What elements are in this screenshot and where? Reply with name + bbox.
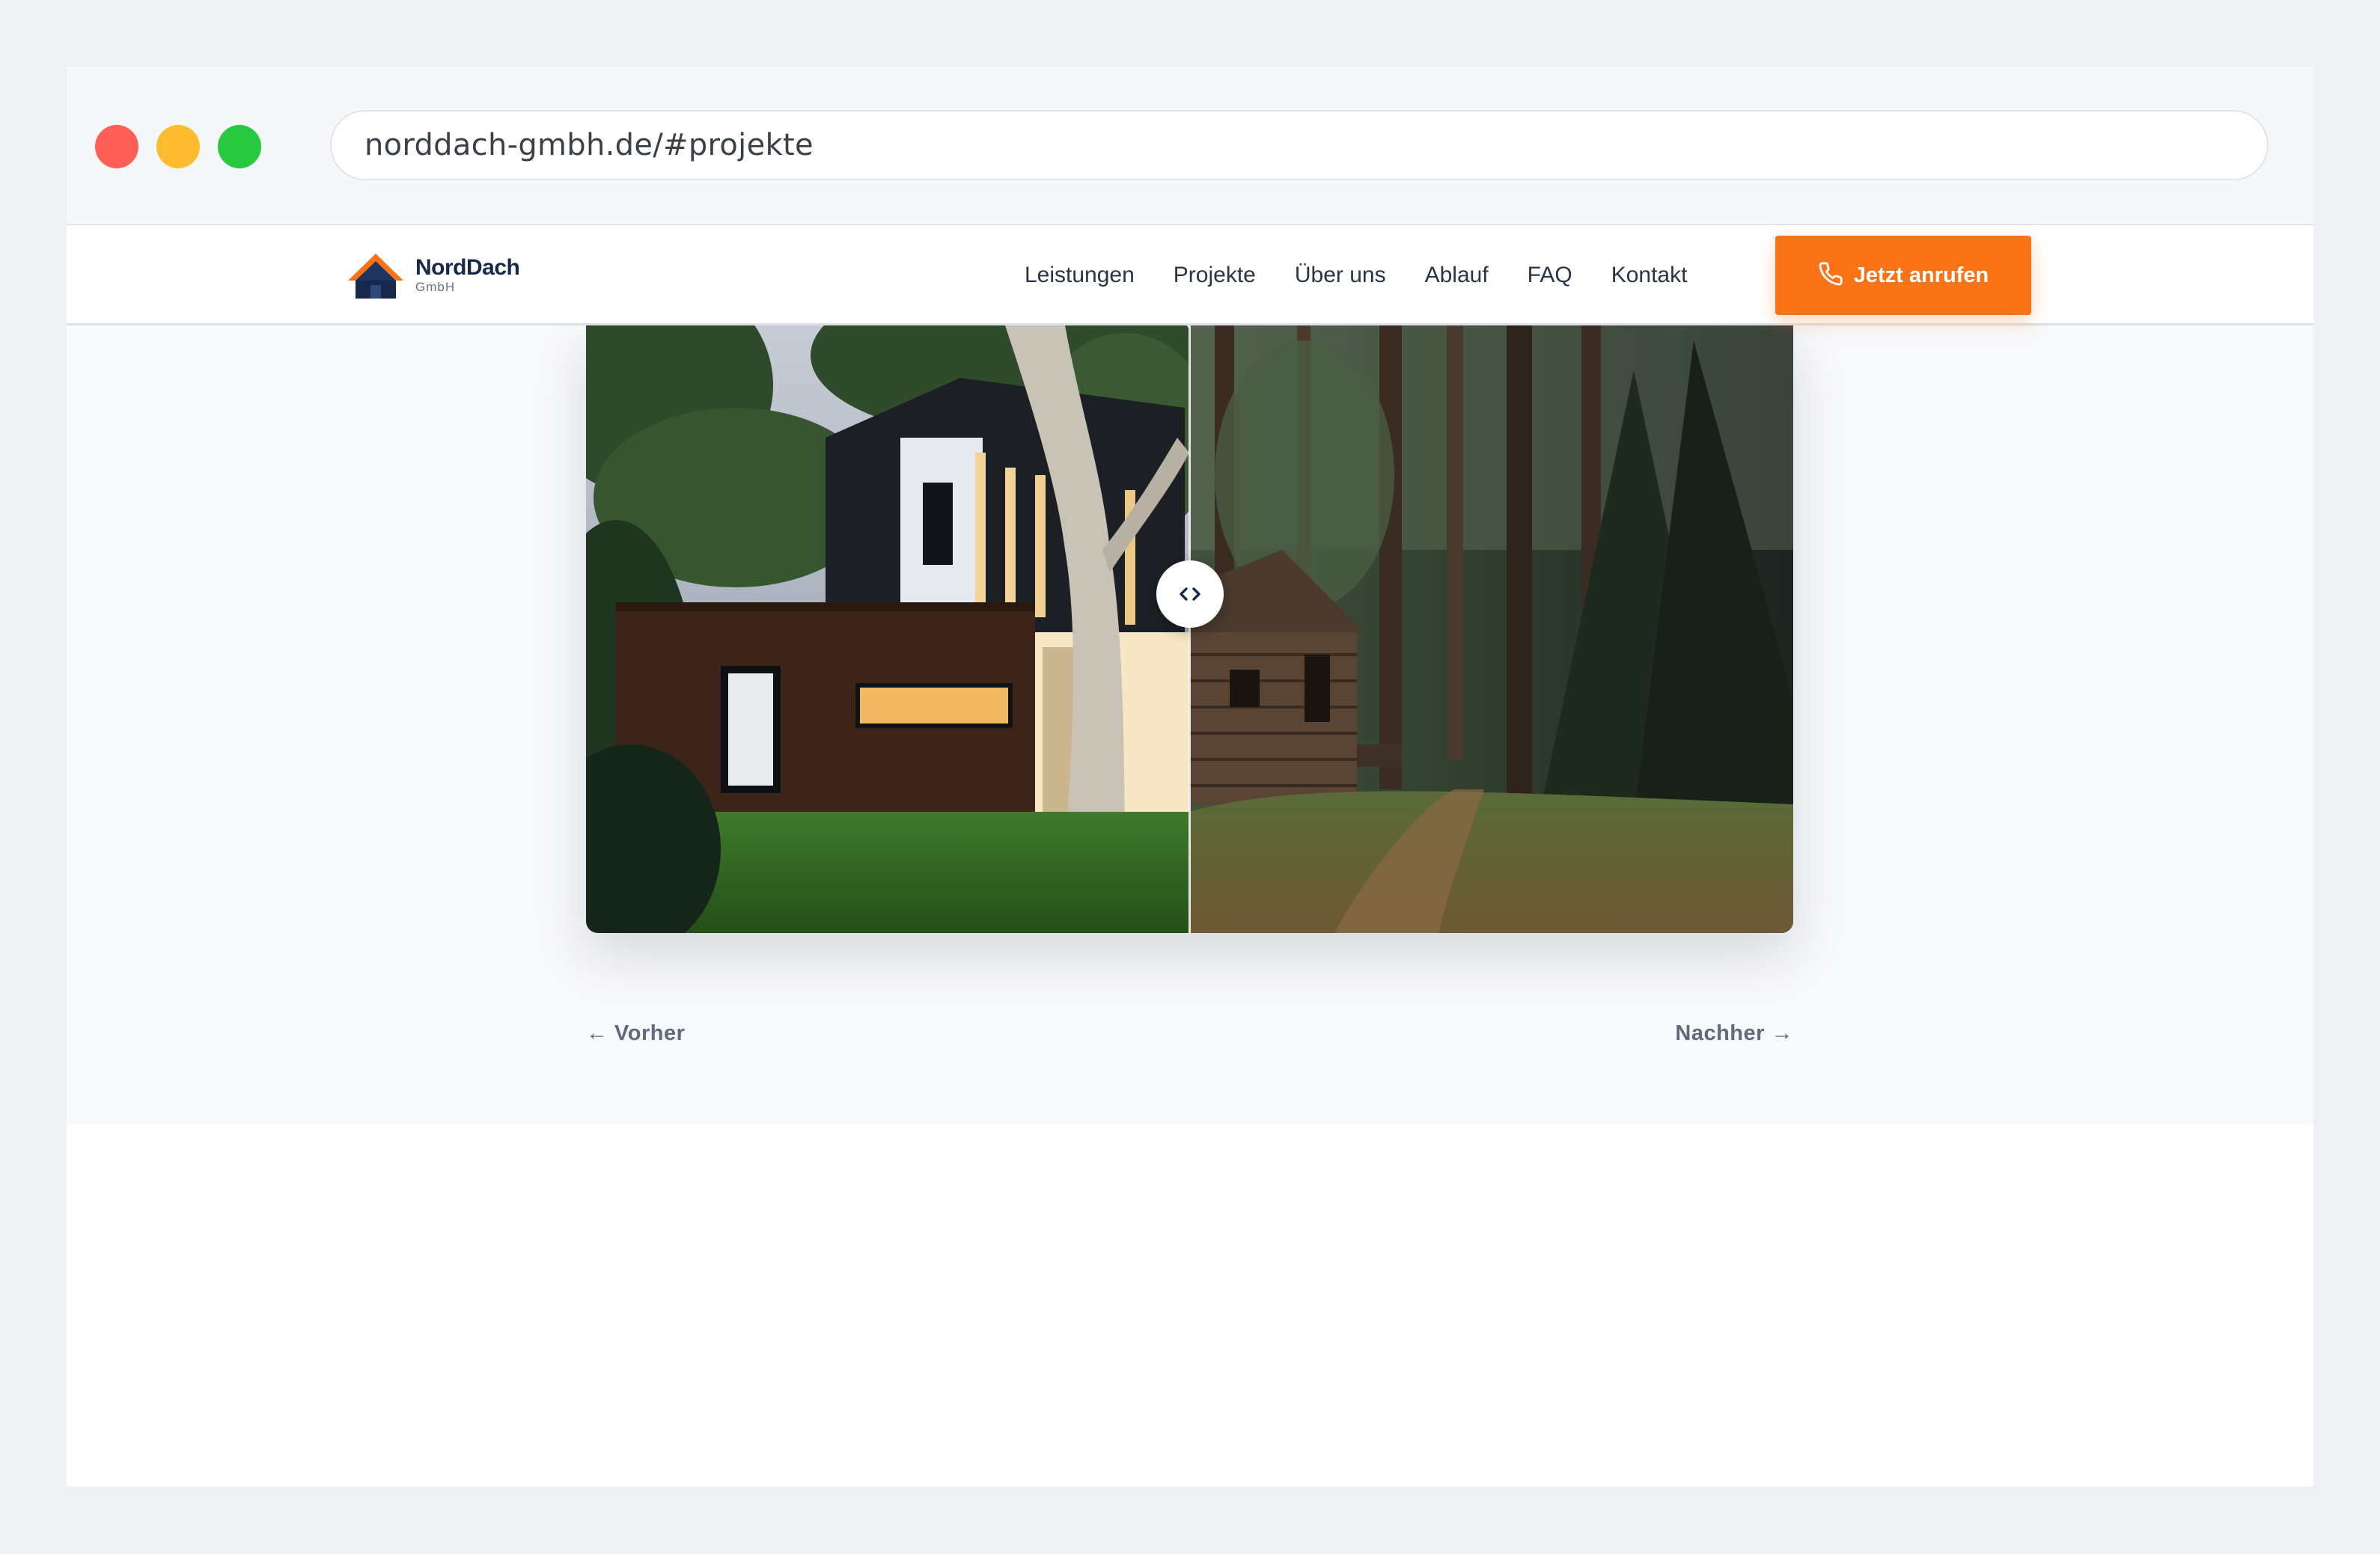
web-page: NordDach GmbH Leistungen Projekte Über u… xyxy=(67,225,2313,1487)
before-after-slider[interactable] xyxy=(586,325,1793,933)
phone-icon xyxy=(1818,261,1843,290)
slider-handle[interactable] xyxy=(1156,560,1224,628)
browser-toolbar: norddach-gmbh.de/#projekte xyxy=(67,67,2313,225)
close-window-button[interactable] xyxy=(95,125,138,168)
before-label: ← Vorher xyxy=(586,1021,686,1045)
site-header: NordDach GmbH Leistungen Projekte Über u… xyxy=(67,225,2313,325)
before-image xyxy=(586,325,1215,933)
nav-projekte[interactable]: Projekte xyxy=(1174,263,1256,288)
address-bar[interactable]: norddach-gmbh.de/#projekte xyxy=(330,110,2268,180)
nav-faq[interactable]: FAQ xyxy=(1528,263,1572,288)
after-label: Nachher → xyxy=(1675,1021,1793,1045)
slider-divider xyxy=(1189,325,1191,933)
nav-leistungen[interactable]: Leistungen xyxy=(1025,263,1135,288)
site-logo[interactable]: NordDach GmbH xyxy=(347,251,520,300)
minimize-window-button[interactable] xyxy=(156,125,200,168)
comparison-labels: ← Vorher Nachher → xyxy=(586,1021,1793,1051)
logo-name: NordDach xyxy=(415,255,520,280)
roof-house-icon xyxy=(347,251,405,300)
main-nav: Leistungen Projekte Über uns Ablauf FAQ … xyxy=(1025,225,1687,325)
maximize-window-button[interactable] xyxy=(218,125,261,168)
browser-window: norddach-gmbh.de/#projekte NordDach GmbH xyxy=(67,67,2313,1487)
after-image xyxy=(1189,325,1793,933)
call-now-button[interactable]: Jetzt anrufen xyxy=(1775,236,2031,315)
call-now-label: Jetzt anrufen xyxy=(1853,263,1989,287)
nav-kontakt[interactable]: Kontakt xyxy=(1611,263,1688,288)
logo-subtitle: GmbH xyxy=(415,280,456,294)
nav-ueber-uns[interactable]: Über uns xyxy=(1295,263,1386,288)
address-bar-url: norddach-gmbh.de/#projekte xyxy=(364,128,814,162)
chevrons-left-right-icon xyxy=(1177,585,1203,603)
nav-ablauf[interactable]: Ablauf xyxy=(1425,263,1489,288)
